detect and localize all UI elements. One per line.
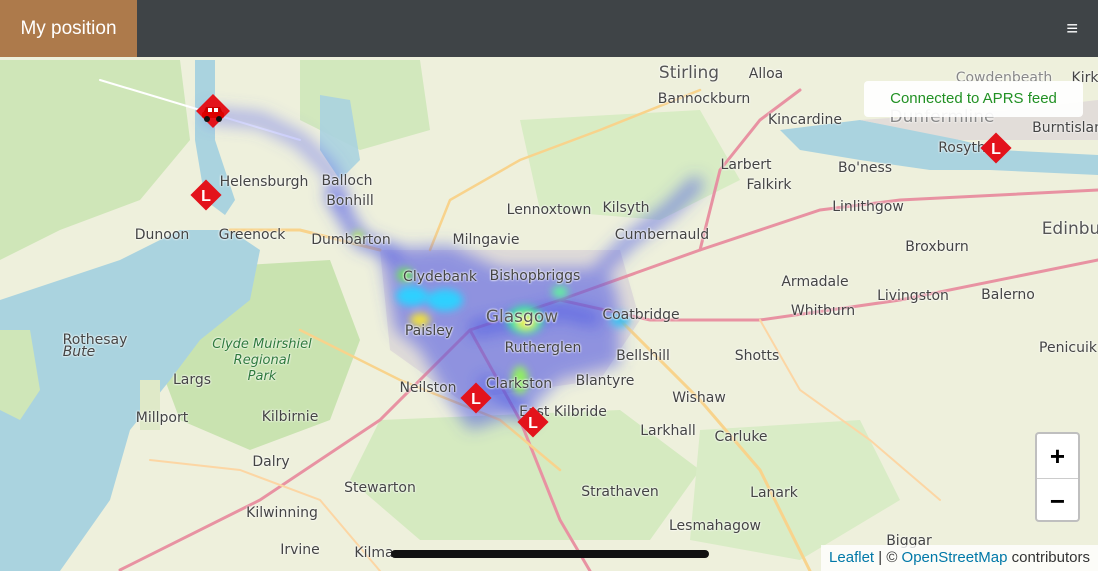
place-label: Paisley <box>404 323 454 339</box>
place-label: Coatbridge <box>602 307 680 323</box>
place-label: Falkirk <box>746 177 792 193</box>
zoom-control: + − <box>1035 432 1080 522</box>
place-label: Helensburgh <box>219 174 309 190</box>
place-label: Kilsyth <box>602 200 650 216</box>
place-label: Penicuik <box>1039 340 1097 356</box>
place-label: Lennoxtown <box>506 202 592 218</box>
place-label: Lanark <box>750 485 798 501</box>
l-marker-icon[interactable]: L <box>516 405 550 439</box>
app-header: My position ≡ <box>0 0 1098 57</box>
place-label: Alloa <box>748 66 784 82</box>
osm-link[interactable]: OpenStreetMap <box>902 549 1008 566</box>
l-marker-label: L <box>201 188 211 205</box>
map-view[interactable]: Stirling Alloa Cowdenbeath Kirk Bannockb… <box>0 57 1098 571</box>
place-label: Armadale <box>781 274 849 290</box>
l-marker-label: L <box>471 391 481 408</box>
attribution-separator: | © <box>874 549 902 566</box>
place-label: Stewarton <box>344 480 416 496</box>
place-label: Bellshill <box>616 348 670 364</box>
place-label: Cumbernauld <box>614 227 710 243</box>
place-label: Bishopbriggs <box>489 268 581 284</box>
place-label: Linlithgow <box>832 199 904 215</box>
place-label: Clydebank <box>403 269 477 285</box>
place-label: Stirling <box>658 63 720 83</box>
place-label: Wishaw <box>672 390 726 406</box>
place-label: Edinbu <box>1041 219 1098 239</box>
place-label: Dunoon <box>134 227 190 243</box>
place-label: Blantyre <box>575 373 635 389</box>
place-label: Kilwinning <box>246 505 318 521</box>
l-marker-icon[interactable]: L <box>459 381 493 415</box>
place-label: Balerno <box>981 287 1035 303</box>
place-label: Balloch <box>321 173 373 189</box>
zoom-in-button[interactable]: + <box>1037 434 1078 479</box>
leaflet-link[interactable]: Leaflet <box>829 549 874 566</box>
place-label: Carluke <box>714 429 768 445</box>
place-label: Lesmahagow <box>668 518 762 534</box>
attribution-suffix: contributors <box>1007 549 1090 566</box>
brand-title[interactable]: My position <box>0 0 137 57</box>
place-label: Greenock <box>218 227 286 243</box>
l-marker-label: L <box>528 415 538 432</box>
place-label: Dumbarton <box>311 232 391 248</box>
place-label: Kilma <box>354 545 394 561</box>
home-indicator[interactable] <box>391 550 709 558</box>
aprs-status-badge: Connected to APRS feed <box>864 81 1083 117</box>
place-label: Largs <box>172 372 212 388</box>
place-label: Bannockburn <box>657 91 751 107</box>
place-label: Kilbirnie <box>261 409 319 425</box>
place-label: Irvine <box>280 542 320 558</box>
place-label: Larkhall <box>640 423 696 439</box>
place-label: Rutherglen <box>504 340 582 356</box>
place-label: Whitburn <box>790 303 856 319</box>
place-label: Shotts <box>734 348 780 364</box>
car-icon[interactable] <box>196 94 230 128</box>
place-label: Broxburn <box>905 239 969 255</box>
l-marker-icon[interactable]: L <box>979 131 1013 165</box>
place-label: Milngavie <box>452 232 520 248</box>
place-label: Strathaven <box>581 484 659 500</box>
place-label: Bo'ness <box>837 160 893 176</box>
place-label: Bute <box>62 344 96 360</box>
place-label: Millport <box>135 410 189 426</box>
map-attribution: Leaflet | © OpenStreetMap contributors <box>821 545 1098 571</box>
place-label: Kincardine <box>768 112 842 128</box>
l-marker-label: L <box>991 141 1001 158</box>
place-label: Neilston <box>399 380 457 396</box>
place-label: Larbert <box>720 157 772 173</box>
place-label: Burntisland <box>1032 120 1098 136</box>
park-label: Clyde Muirshiel Regional Park <box>212 337 312 384</box>
l-marker-icon[interactable]: L <box>189 178 223 212</box>
place-label: Clarkston <box>485 376 553 392</box>
hamburger-icon[interactable]: ≡ <box>1066 17 1078 41</box>
place-label: Bonhill <box>326 193 374 209</box>
zoom-out-button[interactable]: − <box>1037 479 1078 523</box>
place-label: Dalry <box>252 454 290 470</box>
place-label: Livingston <box>877 288 949 304</box>
place-label: Glasgow <box>485 307 559 327</box>
